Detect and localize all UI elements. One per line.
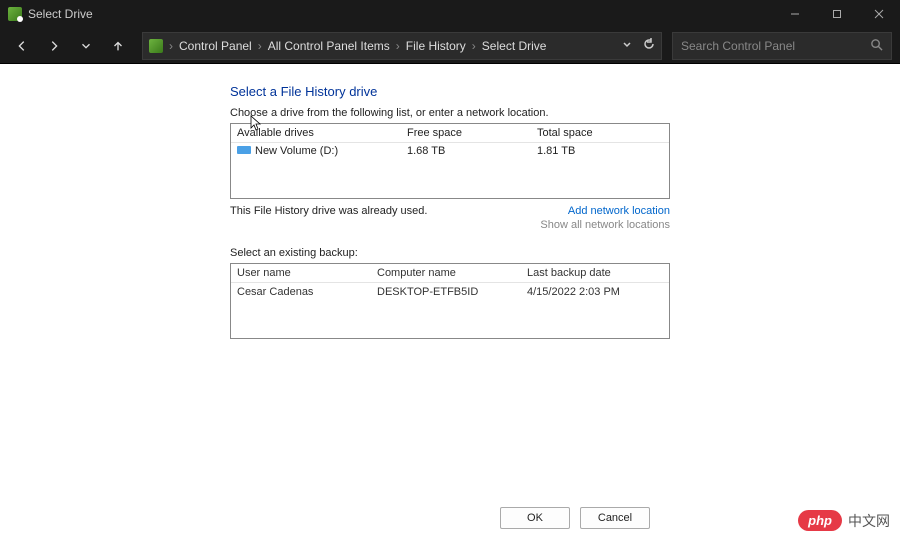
nav-row: › Control Panel › All Control Panel Item… (0, 28, 900, 64)
watermark-logo: php (798, 510, 842, 531)
drive-icon (237, 146, 251, 154)
backup-header: User name Computer name Last backup date (231, 264, 669, 283)
drives-header: Available drives Free space Total space (231, 124, 669, 143)
chevron-right-icon: › (167, 39, 175, 53)
breadcrumb[interactable]: Control Panel (179, 39, 252, 53)
chevron-down-icon[interactable] (621, 38, 633, 53)
breadcrumb[interactable]: File History (406, 39, 466, 53)
address-bar[interactable]: › Control Panel › All Control Panel Item… (142, 32, 662, 60)
backup-listbox[interactable]: User name Computer name Last backup date… (230, 263, 670, 339)
col-total: Total space (531, 124, 669, 142)
show-all-link[interactable]: Show all network locations (540, 219, 670, 231)
search-placeholder: Search Control Panel (681, 39, 795, 53)
refresh-icon[interactable] (643, 38, 655, 53)
page-title: Select a File History drive (230, 84, 670, 99)
drive-total: 1.81 TB (531, 143, 669, 159)
status-message: This File History drive was already used… (230, 205, 427, 231)
cancel-button[interactable]: Cancel (580, 507, 650, 529)
forward-button[interactable] (40, 32, 68, 60)
col-free: Free space (401, 124, 531, 142)
drive-free: 1.68 TB (401, 143, 531, 159)
chevron-right-icon: › (470, 39, 478, 53)
backup-date: 4/15/2022 2:03 PM (521, 283, 669, 301)
content-area: Select a File History drive Choose a dri… (0, 64, 900, 539)
minimize-button[interactable] (774, 0, 816, 28)
search-input[interactable]: Search Control Panel (672, 32, 892, 60)
watermark: php 中文网 (798, 510, 890, 531)
title-bar: Select Drive (0, 0, 900, 28)
col-user: User name (231, 264, 371, 282)
window-controls (774, 0, 900, 28)
breadcrumb[interactable]: Select Drive (482, 39, 547, 53)
maximize-button[interactable] (816, 0, 858, 28)
chevron-right-icon: › (394, 39, 402, 53)
backup-user: Cesar Cadenas (231, 283, 371, 301)
recent-button[interactable] (72, 32, 100, 60)
ok-button[interactable]: OK (500, 507, 570, 529)
instruction-text: Choose a drive from the following list, … (230, 107, 670, 119)
footer-buttons: OK Cancel (500, 507, 650, 529)
chevron-right-icon: › (256, 39, 264, 53)
breadcrumb[interactable]: All Control Panel Items (268, 39, 390, 53)
backup-label: Select an existing backup: (230, 247, 670, 259)
col-computer: Computer name (371, 264, 521, 282)
search-icon (870, 38, 883, 54)
back-button[interactable] (8, 32, 36, 60)
cursor-icon (250, 115, 262, 131)
up-button[interactable] (104, 32, 132, 60)
drives-listbox[interactable]: Available drives Free space Total space … (230, 123, 670, 199)
close-button[interactable] (858, 0, 900, 28)
location-icon (149, 39, 163, 53)
backup-row[interactable]: Cesar Cadenas DESKTOP-ETFB5ID 4/15/2022 … (231, 283, 669, 301)
add-network-link[interactable]: Add network location (568, 205, 670, 217)
drive-name: New Volume (D:) (255, 145, 338, 157)
col-date: Last backup date (521, 264, 669, 282)
watermark-text: 中文网 (848, 511, 890, 531)
window-title: Select Drive (28, 7, 93, 21)
drive-row[interactable]: New Volume (D:) 1.68 TB 1.81 TB (231, 143, 669, 159)
app-icon (8, 7, 22, 21)
backup-computer: DESKTOP-ETFB5ID (371, 283, 521, 301)
